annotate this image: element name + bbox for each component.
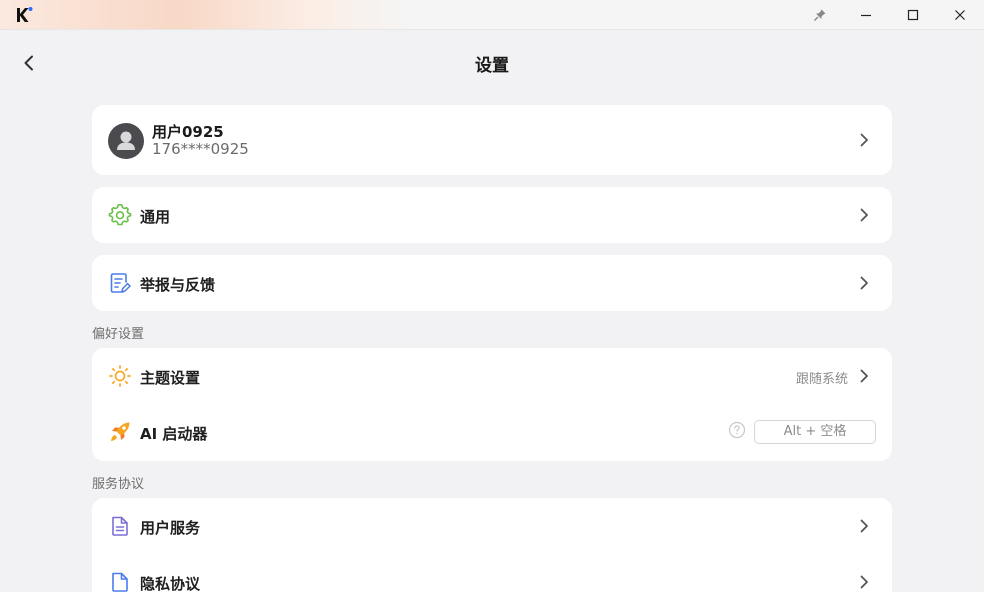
gear-icon <box>108 203 132 226</box>
theme-label: 主题设置 <box>140 369 201 387</box>
privacy-label: 隐私协议 <box>140 575 201 592</box>
maximize-icon <box>907 9 919 21</box>
user-name: 用户0925 <box>152 123 224 141</box>
title-bar <box>0 0 984 30</box>
user-phone: 176****0925 <box>152 140 249 158</box>
chevron-right-icon <box>860 276 868 290</box>
user-service-label: 用户服务 <box>140 519 201 537</box>
close-icon <box>955 10 965 20</box>
user-service-row[interactable]: 用户服务 <box>92 498 892 554</box>
shortcut-input[interactable]: Alt + 空格 <box>754 420 876 444</box>
k-logo-icon <box>17 7 33 22</box>
document-icon <box>112 572 128 592</box>
help-icon[interactable] <box>728 421 746 439</box>
pin-button[interactable] <box>797 0 843 30</box>
chevron-right-icon <box>860 519 868 533</box>
theme-value: 跟随系统 <box>795 372 848 387</box>
preferences-section-label: 偏好设置 <box>92 327 145 342</box>
close-button[interactable] <box>937 0 983 30</box>
minimize-icon <box>861 14 871 17</box>
agreements-section-label: 服务协议 <box>92 477 145 492</box>
general-row[interactable]: 通用 <box>92 187 892 243</box>
chevron-right-icon <box>860 575 868 589</box>
account-card[interactable]: 用户0925 176****0925 <box>92 105 892 175</box>
document-icon <box>112 516 128 536</box>
chevron-right-icon <box>860 133 868 147</box>
feedback-row[interactable]: 举报与反馈 <box>92 255 892 311</box>
minimize-button[interactable] <box>843 0 889 30</box>
sun-icon <box>109 365 131 387</box>
feedback-label: 举报与反馈 <box>140 276 216 294</box>
maximize-button[interactable] <box>890 0 936 30</box>
general-label: 通用 <box>140 208 171 226</box>
rocket-icon <box>111 422 130 441</box>
theme-row[interactable]: 主题设置 跟随系统 <box>92 348 892 404</box>
pin-icon <box>814 9 826 21</box>
user-silhouette-icon <box>117 131 135 150</box>
ai-launcher-label: AI 启动器 <box>140 425 208 443</box>
document-edit-icon <box>110 273 131 293</box>
chevron-right-icon <box>860 208 868 222</box>
agreements-card: 用户服务 隐私协议 <box>92 498 892 592</box>
page-title: 设置 <box>475 56 509 76</box>
avatar <box>108 123 144 159</box>
page-header: 设置 <box>0 30 984 94</box>
privacy-row[interactable]: 隐私协议 <box>92 554 892 592</box>
preferences-card: 主题设置 跟随系统 AI 启动器 Alt + 空格 <box>92 348 892 461</box>
chevron-right-icon <box>860 369 868 383</box>
